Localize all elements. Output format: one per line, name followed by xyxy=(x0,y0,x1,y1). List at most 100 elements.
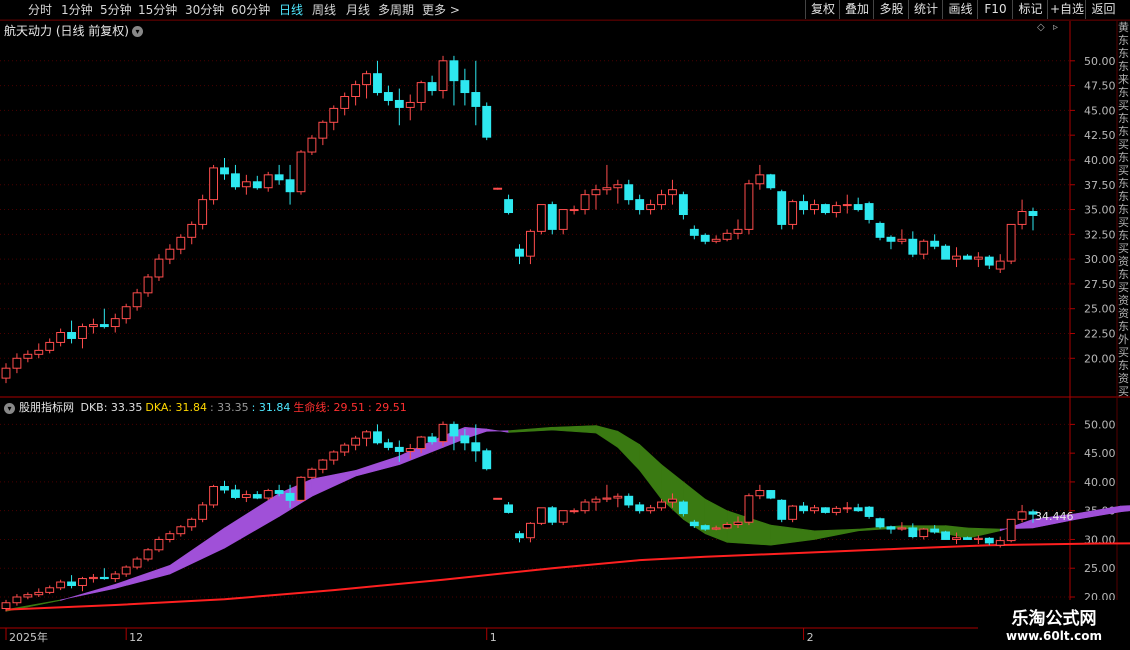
main-candle-45 xyxy=(493,187,503,190)
ind-candle-3 xyxy=(34,591,44,596)
main-candle-51 xyxy=(558,209,568,230)
main-candle-72 xyxy=(788,201,798,225)
main-tick-label-9: 27.50 xyxy=(1084,278,1116,291)
ind-candle-91 xyxy=(995,540,1005,546)
ind-candle-2 xyxy=(23,594,33,598)
ind-candle-19 xyxy=(209,486,219,506)
main-candle-14 xyxy=(154,258,164,278)
ind-candle-65 xyxy=(711,527,721,530)
main-candle-12 xyxy=(132,292,142,308)
main-candle-94 xyxy=(1028,211,1038,216)
main-candle-6 xyxy=(67,332,76,339)
ind-candle-31 xyxy=(340,444,350,453)
main-candle-33 xyxy=(362,73,371,86)
main-candle-35 xyxy=(383,92,393,101)
main-candle-16 xyxy=(176,236,186,250)
ind-candle-6 xyxy=(67,581,76,586)
main-candle-21 xyxy=(231,173,240,188)
ind-candle-79 xyxy=(864,506,874,517)
main-candle-47 xyxy=(515,248,524,257)
main-candle-5 xyxy=(56,332,66,343)
ind-candle-50 xyxy=(547,507,557,523)
ind-candle-62 xyxy=(678,501,688,515)
main-candle-78 xyxy=(853,204,863,211)
main-candle-36 xyxy=(394,99,404,108)
ind-candle-12 xyxy=(132,558,142,568)
ind-candle-78 xyxy=(853,507,863,512)
ind-tick-label-5: 25.00 xyxy=(1084,562,1116,575)
ind-candle-53 xyxy=(580,501,590,512)
cloud-segment-19 xyxy=(704,498,728,543)
main-candle-60 xyxy=(657,194,666,206)
ind-candle-34 xyxy=(373,431,382,444)
cloud-segment-27 xyxy=(999,518,1034,532)
main-candle-77 xyxy=(842,204,852,207)
ind-candle-72 xyxy=(788,505,798,520)
ind-candle-13 xyxy=(143,549,153,560)
main-tick-label-12: 20.00 xyxy=(1084,352,1116,365)
cloud-segment-3 xyxy=(169,527,225,575)
main-candle-46 xyxy=(504,199,514,214)
ind-candle-88 xyxy=(963,537,972,540)
main-candle-64 xyxy=(700,234,710,242)
cloud-segment-13 xyxy=(551,425,597,434)
ind-candle-59 xyxy=(646,507,656,512)
ind-candle-44 xyxy=(482,450,492,470)
ind-candle-45 xyxy=(493,497,503,500)
ind-candle-52 xyxy=(569,510,579,513)
ind-candle-68 xyxy=(744,495,754,523)
ind-candle-16 xyxy=(176,526,186,535)
ind-candle-0 xyxy=(1,602,11,609)
main-candle-19 xyxy=(209,167,219,201)
main-candle-50 xyxy=(547,204,557,230)
main-candle-11 xyxy=(121,306,131,320)
main-tick-label-5: 37.50 xyxy=(1084,179,1116,192)
ind-candle-89 xyxy=(973,537,983,540)
main-candle-41 xyxy=(449,60,459,82)
main-candle-88 xyxy=(963,255,972,260)
ind-candle-35 xyxy=(383,442,393,448)
main-candle-58 xyxy=(635,199,645,211)
ind-candle-57 xyxy=(624,495,634,506)
main-candle-65 xyxy=(711,238,721,242)
main-candle-15 xyxy=(165,248,175,260)
ind-candle-36 xyxy=(394,446,404,452)
cloud-segment-16 xyxy=(639,443,662,501)
main-candle-81 xyxy=(886,236,896,242)
ind-candle-18 xyxy=(198,504,208,520)
main-candle-83 xyxy=(908,238,918,255)
ind-candle-73 xyxy=(799,505,808,512)
main-candle-87 xyxy=(952,255,961,260)
ind-candle-84 xyxy=(919,528,929,538)
ind-candle-39 xyxy=(427,436,437,443)
ind-candle-11 xyxy=(121,566,131,575)
main-candle-26 xyxy=(285,179,295,193)
ind-candle-66 xyxy=(722,523,732,529)
watermark-url: www.60lt.com xyxy=(1005,629,1103,643)
cloud-segment-1 xyxy=(60,583,116,601)
ind-candle-86 xyxy=(941,531,951,540)
ind-candle-71 xyxy=(777,499,787,520)
cloud-segment-4 xyxy=(224,492,280,549)
main-candle-54 xyxy=(591,189,601,196)
ind-candle-43 xyxy=(471,442,481,452)
main-candle-0 xyxy=(1,367,11,379)
ind-candle-60 xyxy=(657,501,666,509)
main-candle-89 xyxy=(973,256,983,260)
main-candle-86 xyxy=(941,245,951,260)
main-candle-31 xyxy=(340,96,350,109)
cloud-segment-21 xyxy=(770,524,815,546)
main-candle-74 xyxy=(810,204,819,211)
ind-candle-24 xyxy=(263,490,273,499)
main-candle-93 xyxy=(1017,211,1027,225)
main-candle-4 xyxy=(45,341,55,351)
main-candle-75 xyxy=(820,204,830,214)
main-candle-43 xyxy=(471,92,481,107)
main-candle-42 xyxy=(460,80,470,94)
ind-candle-61 xyxy=(668,498,677,503)
ind-candle-47 xyxy=(515,533,524,539)
ind-candle-9 xyxy=(99,576,109,580)
ind-candle-29 xyxy=(318,459,328,470)
ind-candle-87 xyxy=(952,537,961,540)
ind-candle-93 xyxy=(1017,511,1027,520)
